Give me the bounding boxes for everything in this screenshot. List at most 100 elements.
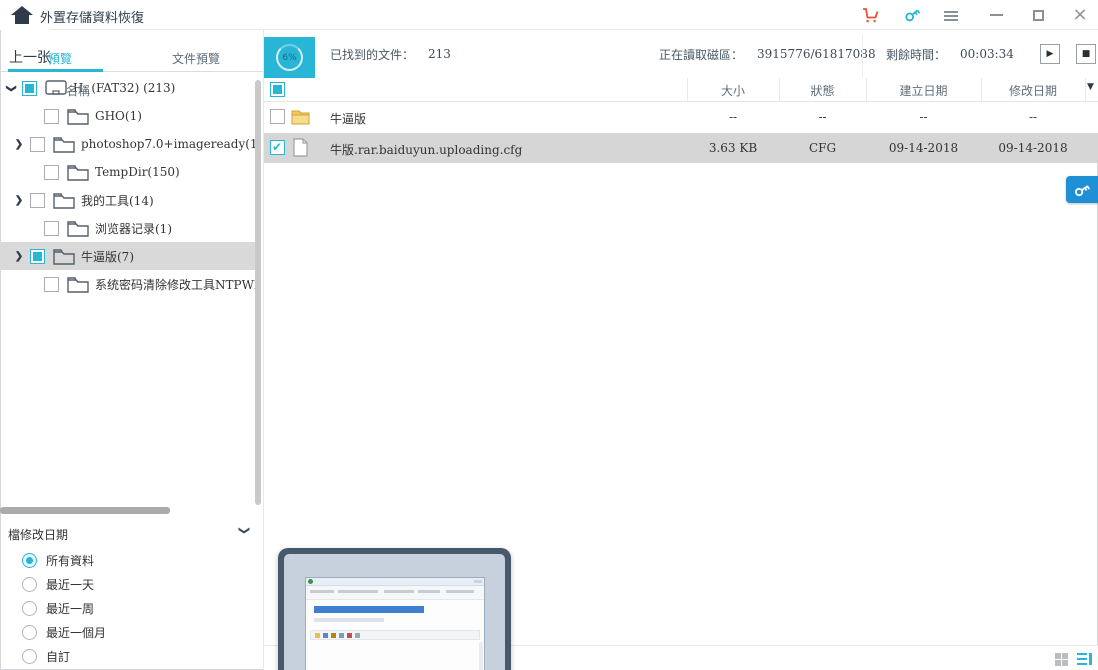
tree-checkbox[interactable] xyxy=(30,193,45,208)
radio[interactable] xyxy=(22,601,37,616)
active-tab-underline xyxy=(8,69,103,72)
radio[interactable] xyxy=(22,649,37,664)
radio-selected[interactable] xyxy=(22,553,37,568)
tree-horizontal-scrollbar[interactable] xyxy=(0,507,170,514)
folder-icon xyxy=(291,107,310,126)
cart-icon[interactable] xyxy=(860,5,880,25)
filter-title: 檔修改日期 xyxy=(8,526,68,543)
title-bar: 外置存儲資料恢復 × xyxy=(0,0,1098,30)
sort-icon[interactable]: ▼ xyxy=(1087,82,1094,92)
file-size: -- xyxy=(687,110,779,124)
radio-label: 最近一個月 xyxy=(46,624,106,641)
radio[interactable] xyxy=(22,625,37,640)
thumbnail-desktop xyxy=(284,554,505,670)
chevron-right-icon[interactable]: ❯ xyxy=(12,139,26,150)
select-all-checkbox[interactable] xyxy=(270,82,285,97)
folder-icon xyxy=(67,108,89,125)
folder-icon xyxy=(67,164,89,181)
table-row-selected[interactable]: 牛版.rar.baiduyun.uploading.cfg 3.63 KB CF… xyxy=(264,133,1098,163)
column-header-created[interactable]: 建立日期 xyxy=(866,82,981,99)
filter-option-custom[interactable]: 自訂 xyxy=(22,644,70,668)
tree-item-label: 我的工具(14) xyxy=(81,192,154,209)
file-icon xyxy=(291,138,310,157)
file-modified-date: -- xyxy=(981,110,1085,124)
tree-checkbox[interactable] xyxy=(44,277,59,292)
tree-item-photoshop[interactable]: ❯ photoshop7.0+imageready(15) xyxy=(0,130,255,158)
files-found-value: 213 xyxy=(428,47,451,61)
recover-key-button[interactable] xyxy=(1066,176,1098,203)
folder-icon xyxy=(53,136,75,153)
filter-option-last-week[interactable]: 最近一周 xyxy=(22,596,94,620)
file-name: 牛版.rar.baiduyun.uploading.cfg xyxy=(330,141,522,158)
tree-item-label: TempDir(150) xyxy=(95,165,180,179)
menu-icon[interactable] xyxy=(944,5,964,25)
tab-file-preview[interactable]: 文件預覽 xyxy=(172,50,220,67)
grid-view-icon[interactable] xyxy=(1055,653,1068,666)
minimize-button[interactable] xyxy=(986,5,1006,25)
file-name: 牛逼版 xyxy=(330,110,366,127)
column-header-modified[interactable]: 修改日期 xyxy=(981,82,1085,99)
column-divider xyxy=(1085,78,1086,102)
time-remaining-value: 00:03:34 xyxy=(960,47,1014,61)
tree-item-ntpwedit[interactable]: 系统密码清除修改工具NTPWEdit xyxy=(0,270,255,298)
folder-icon xyxy=(67,220,89,237)
tree-vertical-scrollbar[interactable] xyxy=(255,80,261,505)
folder-icon xyxy=(53,192,75,209)
file-created-date: 09-14-2018 xyxy=(866,141,981,155)
time-remaining-label: 剩餘時間： xyxy=(886,46,946,63)
radio-label: 所有資料 xyxy=(46,552,94,569)
column-header-size[interactable]: 大小 xyxy=(687,82,779,99)
home-icon[interactable] xyxy=(10,5,34,25)
tree-checkbox[interactable] xyxy=(44,109,59,124)
preview-thumbnail[interactable] xyxy=(278,548,511,670)
chevron-down-icon[interactable]: ❯ xyxy=(6,81,17,95)
scan-status-bar: 6% 已找到的文件： 213 正在讀取磁區： 3915776/61817088 … xyxy=(264,30,1098,79)
table-row[interactable]: 牛逼版 -- -- -- -- xyxy=(264,102,1098,133)
resume-scan-button[interactable]: ▶ xyxy=(1040,44,1060,64)
radio-label: 最近一天 xyxy=(46,576,94,593)
row-checkbox[interactable] xyxy=(270,109,285,124)
tree-item-gho[interactable]: GHO(1) xyxy=(0,102,255,130)
key-icon[interactable] xyxy=(902,5,922,25)
column-header-name[interactable]: 名稱 xyxy=(66,82,90,99)
radio[interactable] xyxy=(22,577,37,592)
chevron-right-icon[interactable]: ❯ xyxy=(12,251,26,262)
tree-item-my-tools[interactable]: ❯ 我的工具(14) xyxy=(0,186,255,214)
tree-checkbox[interactable] xyxy=(22,81,37,96)
tab-preview[interactable]: 預覽 xyxy=(48,50,72,67)
file-status: -- xyxy=(779,110,866,124)
tree-item-label: photoshop7.0+imageready(15) xyxy=(81,137,255,151)
progress-ring: 6% xyxy=(276,44,303,71)
column-divider xyxy=(866,78,867,102)
files-found-label: 已找到的文件： xyxy=(330,46,414,63)
filter-option-all[interactable]: 所有資料 xyxy=(22,548,94,572)
reading-sector-label: 正在讀取磁區： xyxy=(659,46,743,63)
tree-checkbox[interactable] xyxy=(30,137,45,152)
drive-icon xyxy=(45,80,67,97)
close-button[interactable]: × xyxy=(1070,5,1090,25)
radio-label: 自訂 xyxy=(46,648,70,665)
filter-option-last-month[interactable]: 最近一個月 xyxy=(22,620,106,644)
list-view-icon[interactable] xyxy=(1077,653,1092,666)
tree-checkbox[interactable] xyxy=(44,221,59,236)
tree-item-drive-h[interactable]: ❯ H: (FAT32) (213) xyxy=(0,74,255,102)
chevron-down-icon[interactable]: ❯ xyxy=(238,526,251,535)
stats-separator xyxy=(862,34,863,79)
filter-option-last-day[interactable]: 最近一天 xyxy=(22,572,94,596)
previous-image-button[interactable]: 上一张 xyxy=(9,47,51,67)
column-header-status[interactable]: 狀態 xyxy=(779,82,866,99)
tree-item-browser-history[interactable]: 浏览器记录(1) xyxy=(0,214,255,242)
file-modified-date: 09-14-2018 xyxy=(981,141,1085,155)
tree-item-label: 牛逼版(7) xyxy=(81,248,134,265)
tree-checkbox[interactable] xyxy=(30,249,45,264)
maximize-button[interactable] xyxy=(1028,5,1048,25)
tree-item-label: 浏览器记录(1) xyxy=(95,220,172,237)
stop-scan-button[interactable]: ■ xyxy=(1076,44,1096,64)
tree-item-tempdir[interactable]: TempDir(150) xyxy=(0,158,255,186)
chevron-right-icon[interactable]: ❯ xyxy=(12,195,26,206)
tree-checkbox[interactable] xyxy=(44,165,59,180)
radio-label: 最近一周 xyxy=(46,600,94,617)
tree-item-niubi-selected[interactable]: ❯ 牛逼版(7) xyxy=(0,242,255,270)
file-size: 3.63 KB xyxy=(687,141,779,155)
row-checkbox[interactable] xyxy=(270,140,285,155)
